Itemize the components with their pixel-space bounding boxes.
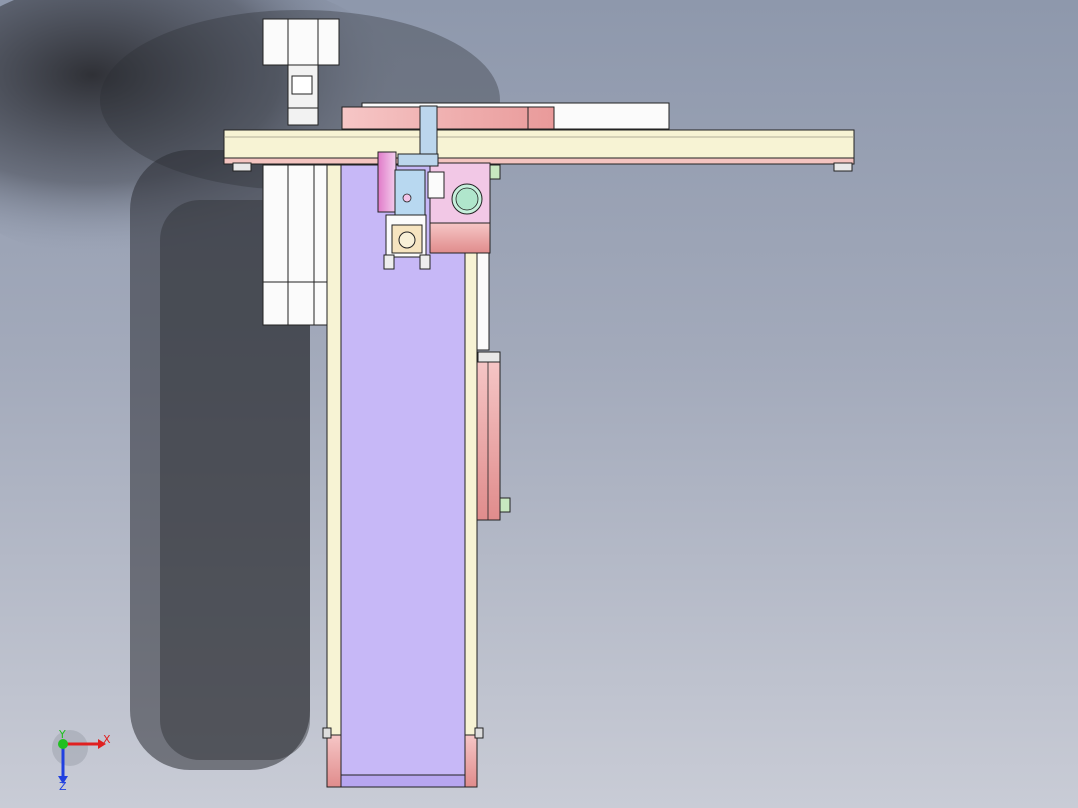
vertical-column[interactable] bbox=[322, 164, 511, 788]
x-axis-label: X bbox=[103, 733, 111, 746]
coordinate-triad: X Y Z bbox=[52, 728, 111, 793]
cad-viewport[interactable]: X Y Z bbox=[0, 0, 1078, 808]
assembly-drawing[interactable]: X Y Z bbox=[0, 0, 1078, 808]
y-axis-label: Y bbox=[58, 728, 66, 741]
z-axis-label: Z bbox=[59, 780, 67, 793]
